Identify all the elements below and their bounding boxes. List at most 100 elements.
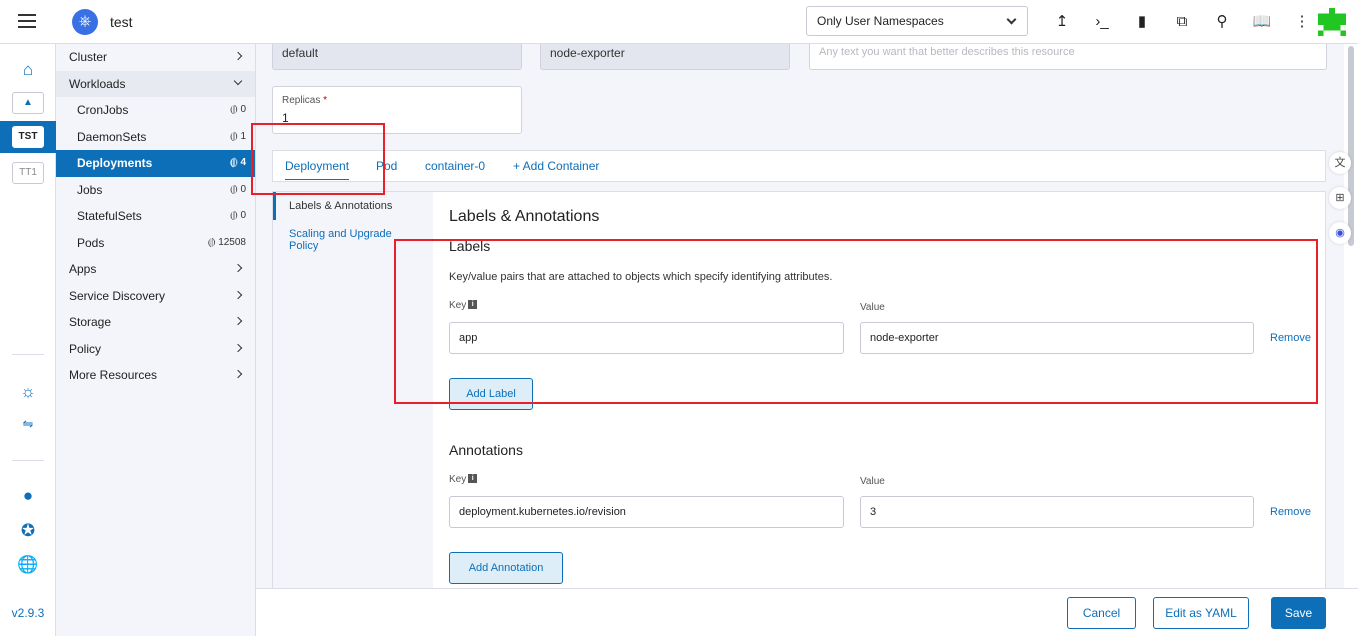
nav-item-daemonsets[interactable]: DaemonSets ⦇⦈ 1 xyxy=(56,124,255,151)
continuous-delivery-icon[interactable]: ⇋ xyxy=(0,416,56,432)
version-label[interactable]: v2.9.3 xyxy=(0,606,56,620)
nav-item-label: Deployments xyxy=(77,156,153,170)
translate-icon[interactable]: 文 xyxy=(1329,152,1351,174)
annotation-key-label: Key i xyxy=(449,474,478,485)
nav-item-deployments[interactable]: Deployments ⦇⦈ 4 xyxy=(56,150,255,177)
name-field: node-exporter xyxy=(540,44,790,70)
tab-bar: Deployment Pod container-0 + Add Contain… xyxy=(272,150,1326,182)
count-value: 0 xyxy=(240,104,246,115)
sub-nav-labels-annotations[interactable]: Labels & Annotations xyxy=(273,192,433,220)
more-vert-icon[interactable]: ⋮ xyxy=(1282,10,1322,34)
cluster-name: test xyxy=(110,14,133,30)
add-container-button[interactable]: + Add Container xyxy=(513,159,599,173)
upload-icon[interactable]: ↥ xyxy=(1042,10,1082,34)
description-field[interactable]: Any text you want that better describes … xyxy=(809,44,1327,70)
annotation-key-input[interactable]: deployment.kubernetes.io/revision xyxy=(449,496,844,528)
rancher-icon[interactable]: ▲ xyxy=(12,92,44,114)
grid-icon[interactable]: ⊞ xyxy=(1329,187,1351,209)
side-nav: Cluster Workloads CronJobs ⦇⦈ 0 DaemonSe… xyxy=(56,44,256,636)
terminal-icon[interactable]: ›_ xyxy=(1082,10,1122,34)
nav-group-label: Storage xyxy=(69,315,112,329)
count-value: 1 xyxy=(240,130,246,142)
main-scrollbar[interactable] xyxy=(1344,44,1358,588)
user-icon[interactable]: ● xyxy=(0,486,56,506)
nav-group-apps[interactable]: Apps xyxy=(56,256,255,283)
chevron-right-icon xyxy=(233,51,243,61)
rail-badge-other[interactable]: TT1 xyxy=(12,162,44,184)
name-value: node-exporter xyxy=(550,46,625,60)
chevron-right-icon xyxy=(233,316,243,326)
nav-group-label: Policy xyxy=(69,341,102,356)
chevron-right-icon xyxy=(233,343,243,352)
namespace-filter-select[interactable]: Only User Namespaces xyxy=(806,6,1028,36)
nav-group-label: Apps xyxy=(69,262,97,276)
user-avatar[interactable] xyxy=(1318,8,1346,36)
nav-group-cluster[interactable]: Cluster xyxy=(56,44,255,71)
save-button[interactable]: Save xyxy=(1271,597,1326,629)
fleet-icon[interactable]: ☼ xyxy=(0,382,56,402)
count-value: 4 xyxy=(240,157,246,168)
file-icon[interactable]: ▮ xyxy=(1122,10,1162,34)
required-marker: * xyxy=(323,95,328,106)
nav-group-policy[interactable]: Policy xyxy=(56,336,255,363)
menu-icon[interactable] xyxy=(18,14,36,28)
home-icon[interactable]: ⌂ xyxy=(0,60,56,80)
nav-item-jobs[interactable]: Jobs ⦇⦈ 0 xyxy=(56,177,255,204)
rail-divider xyxy=(12,354,44,355)
count-value: 0 xyxy=(240,183,246,195)
nav-item-count: ⦇⦈ 12508 xyxy=(207,236,246,248)
scroll-thumb[interactable] xyxy=(1348,46,1354,246)
nav-group-storage[interactable]: Storage xyxy=(56,309,255,336)
nav-item-statefulsets[interactable]: StatefulSets ⦇⦈ 0 xyxy=(56,203,255,230)
rail-cluster-active[interactable]: TST xyxy=(0,121,56,153)
globe-icon[interactable]: 🌐 xyxy=(0,555,56,575)
annotation-highlight-labels xyxy=(394,239,1318,404)
annotation-highlight-deployment-tab xyxy=(251,123,385,195)
nav-item-count: ⦇⦈ 0 xyxy=(230,210,246,221)
section-title: Labels & Annotations xyxy=(449,208,600,225)
annotation-value-label: Value xyxy=(860,476,885,487)
nav-group-label: Cluster xyxy=(69,50,108,64)
nav-item-cronjobs[interactable]: CronJobs ⦇⦈ 0 xyxy=(56,97,255,124)
nav-group-service-discovery[interactable]: Service Discovery xyxy=(56,283,255,310)
nav-item-label: StatefulSets xyxy=(77,209,142,223)
info-icon: i xyxy=(468,474,478,483)
book-icon[interactable]: 📖 xyxy=(1242,10,1282,34)
nav-item-label: Pods xyxy=(77,235,105,250)
chevron-right-icon xyxy=(233,290,243,299)
namespace-value: default xyxy=(282,46,319,60)
nav-item-pods[interactable]: Pods ⦇⦈ 12508 xyxy=(56,230,255,257)
nav-group-workloads[interactable]: Workloads xyxy=(56,70,255,97)
tab-container-0[interactable]: container-0 xyxy=(425,159,485,173)
left-rail: ⌂ ▲ TST TT1 ☼ ⇋ ● ✪ 🌐 v2.9.3 xyxy=(0,44,56,636)
assistant-icon[interactable]: ◉ xyxy=(1329,222,1351,244)
top-bar: ⎈ test Only User Namespaces ↥ ›_ ▮ ⧉ ⚲ 📖… xyxy=(0,0,1358,44)
edit-as-yaml-button[interactable]: Edit as YAML xyxy=(1153,597,1249,629)
rail-divider xyxy=(12,460,44,461)
nav-item-count: ⦇⦈ 0 xyxy=(230,104,246,115)
nav-group-label: Service Discovery xyxy=(69,288,166,303)
kubernetes-logo-icon: ⎈ xyxy=(72,9,98,35)
annotation-value-input[interactable]: 3 xyxy=(860,496,1254,528)
chevron-down-icon xyxy=(233,76,243,85)
rail-badge-active: TST xyxy=(12,126,44,148)
nav-group-label: Workloads xyxy=(69,76,126,91)
nav-item-count: ⦇⦈ 1 xyxy=(230,130,246,142)
chevron-right-icon xyxy=(233,369,243,379)
count-value: 12508 xyxy=(218,236,246,248)
search-icon[interactable]: ⚲ xyxy=(1202,10,1242,34)
remove-annotation-button[interactable]: Remove xyxy=(1270,506,1311,518)
copy-icon[interactable]: ⧉ xyxy=(1162,10,1202,34)
replicas-label: Replicas * xyxy=(282,95,512,106)
nav-item-label: Jobs xyxy=(77,182,103,197)
annotations-heading: Annotations xyxy=(449,442,523,458)
nav-group-label: More Resources xyxy=(69,368,158,382)
cancel-button[interactable]: Cancel xyxy=(1067,597,1136,629)
chevron-down-icon xyxy=(1006,14,1017,25)
nav-item-label: DaemonSets xyxy=(77,129,147,144)
replicas-label-text: Replicas xyxy=(282,95,321,106)
add-annotation-button[interactable]: Add Annotation xyxy=(449,552,563,584)
count-value: 0 xyxy=(240,210,246,221)
nav-group-more-resources[interactable]: More Resources xyxy=(56,362,255,389)
extensions-icon[interactable]: ✪ xyxy=(0,521,56,541)
